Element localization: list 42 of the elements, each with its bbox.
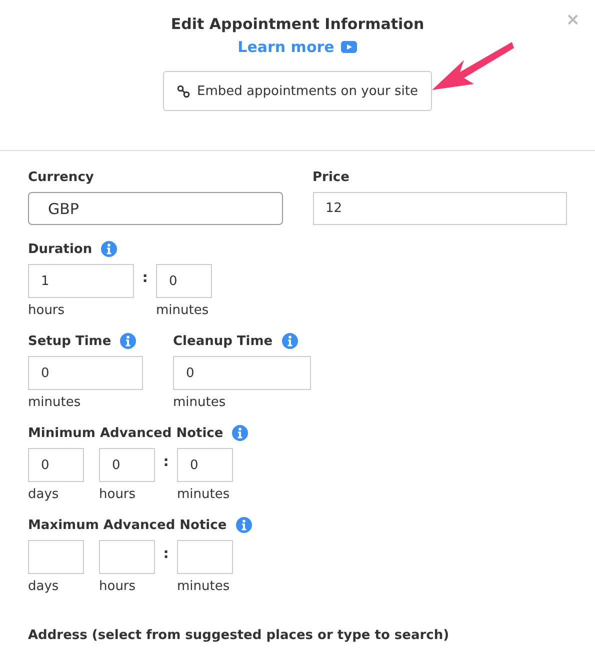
colon-separator: : <box>162 454 170 470</box>
number-field[interactable]: 0 <box>28 356 143 390</box>
price-field[interactable]: 12 <box>312 192 567 225</box>
field-label: Setup Time <box>28 334 112 348</box>
info-icon[interactable] <box>236 517 252 533</box>
number-field[interactable] <box>177 540 233 574</box>
embed-button[interactable]: Embed appointments on your site <box>163 71 432 111</box>
info-icon[interactable] <box>282 333 298 349</box>
info-icon[interactable] <box>101 241 118 257</box>
field-label: Minimum Advanced Notice <box>28 426 224 440</box>
field-label: Maximum Advanced Notice <box>28 518 227 532</box>
unit-label: minutes <box>177 487 231 502</box>
number-field[interactable]: 0 <box>28 448 84 482</box>
field-label: Cleanup Time <box>173 334 273 348</box>
field-label: Price <box>312 168 350 186</box>
number-field[interactable]: 0 <box>99 448 155 482</box>
number-field[interactable] <box>99 540 155 574</box>
unit-label: hours <box>99 487 137 502</box>
number-field[interactable] <box>28 540 84 574</box>
number-field[interactable]: 1 <box>28 264 134 298</box>
unit-label: minutes <box>28 395 82 410</box>
unit-label: days <box>28 487 60 502</box>
colon-separator: : <box>141 270 149 286</box>
colon-separator: : <box>162 546 170 562</box>
unit-label: minutes <box>177 579 231 594</box>
unit-label: minutes <box>173 395 227 410</box>
number-field[interactable]: 0 <box>173 356 311 390</box>
field-label: Currency <box>28 168 95 186</box>
unit-label: hours <box>28 303 66 318</box>
info-icon[interactable] <box>232 425 248 441</box>
unit-label: minutes <box>156 303 210 318</box>
currency-field[interactable]: GBP <box>28 192 282 225</box>
field-label: Address (select from suggested places or type to search) <box>28 628 450 642</box>
unit-label: days <box>28 579 60 594</box>
info-icon[interactable] <box>120 333 136 349</box>
video-play-icon <box>341 41 358 53</box>
number-field[interactable]: 0 <box>156 264 212 298</box>
number-field[interactable]: 0 <box>177 448 233 482</box>
dialog-title: Edit Appointment Information <box>170 15 424 33</box>
link-icon <box>177 84 190 98</box>
field-label: Duration <box>28 242 92 256</box>
unit-label: hours <box>99 579 137 594</box>
